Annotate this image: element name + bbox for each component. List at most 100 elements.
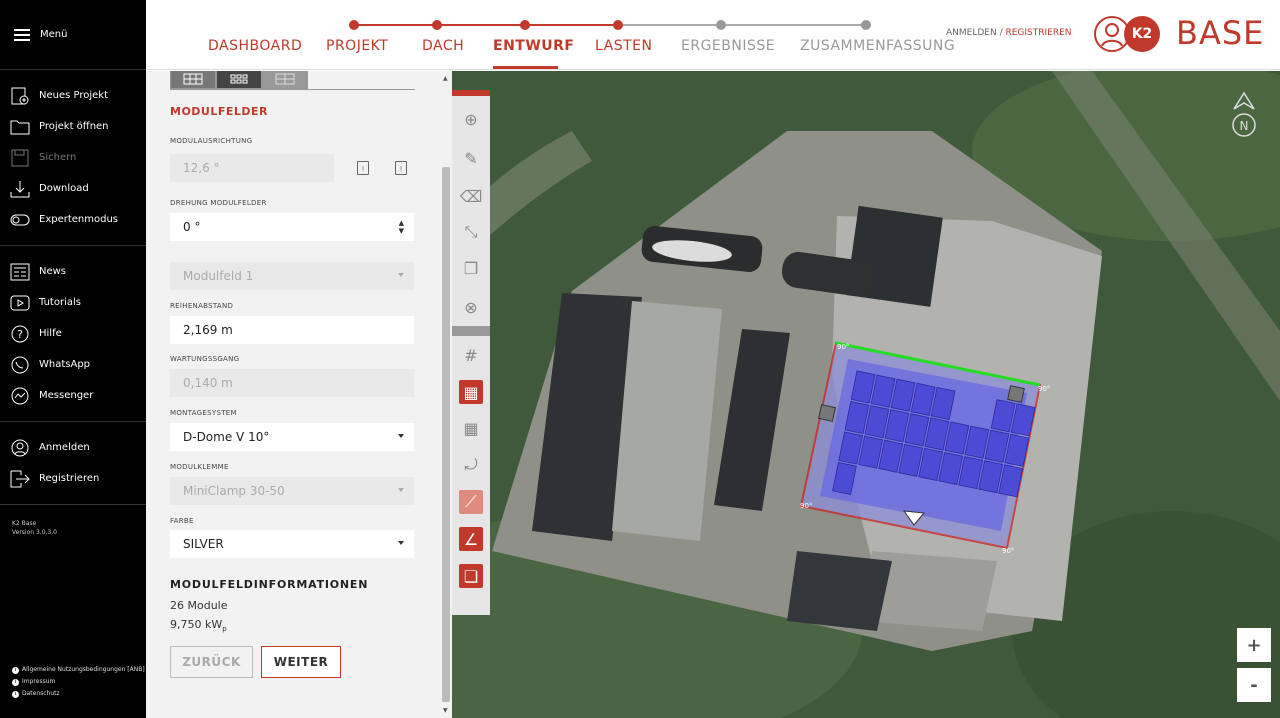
top-header: DASHBOARD PROJEKT DACH ENTWURF LASTEN ER… [146, 0, 1280, 70]
step-dot-entwurf [520, 20, 530, 30]
news-icon [10, 263, 30, 281]
stepper-arrows-icon[interactable]: ▲ ▼ [399, 219, 404, 235]
scroll-thumb[interactable] [442, 167, 450, 702]
sidebar-group-help: News Tutorials ? Hilfe WhatsApp Messenge… [0, 246, 146, 422]
color-label: FARBE [170, 517, 194, 525]
chevron-down-icon [398, 541, 404, 545]
active-step-underline [493, 66, 558, 69]
sidebar-item-messenger[interactable]: Messenger [0, 380, 146, 411]
module-field-info-title: MODULFELDINFORMATIONEN [170, 578, 369, 591]
layers-icon[interactable]: ❏ [459, 564, 483, 588]
download-icon [10, 180, 30, 198]
row-spacing-input[interactable]: 2,169 m [170, 316, 414, 344]
chevron-down-icon [398, 488, 404, 492]
sidebar-item-label: Expertenmodus [39, 214, 119, 225]
eraser-icon[interactable]: ⌫ [459, 184, 483, 208]
sidebar-item-save[interactable]: Sichern [0, 142, 146, 173]
step-projekt[interactable]: PROJEKT [326, 38, 388, 54]
register-link[interactable]: REGISTRIEREN [1005, 28, 1071, 38]
legal-links: i Allgemeine Nutzungsbedingungen [ANB] iI… [12, 664, 145, 700]
step-line-future [618, 24, 866, 26]
add-circle-icon[interactable]: ⊕ [459, 107, 483, 131]
step-dashboard[interactable]: DASHBOARD [208, 38, 302, 54]
close-circle-icon[interactable]: ⊗ [459, 295, 483, 319]
angle-label-bottom-right: 90° [1002, 547, 1014, 555]
maintenance-input: 0,140 m [170, 369, 414, 397]
info-icon: i [12, 678, 19, 686]
module-orientation-field: 12,6 ° [170, 154, 334, 182]
mounting-label: MONTAGESYSTEM [170, 409, 237, 417]
register-icon [10, 470, 30, 488]
legal-link-privacy[interactable]: i Datenschutz [12, 688, 145, 700]
sidebar-item-news[interactable]: News [0, 256, 146, 287]
next-button[interactable]: WEITER [261, 646, 341, 678]
step-dach[interactable]: DACH [422, 38, 464, 54]
legal-link-imprint[interactable]: i Impressum [12, 676, 145, 688]
rotation-stepper[interactable]: 0 ° ▲ ▼ [170, 213, 414, 241]
compass-north-icon: N [1230, 91, 1258, 139]
sidebar-item-label: Messenger [39, 390, 94, 401]
step-ergebnisse[interactable]: ERGEBNISSE [681, 38, 775, 54]
ruler-icon[interactable]: ⟋ [459, 490, 483, 514]
sidebar-item-open-project[interactable]: Projekt öffnen [0, 111, 146, 142]
color-select[interactable]: SILVER [170, 530, 414, 558]
scroll-up-icon[interactable]: ▲ [443, 75, 448, 82]
tabs-divider [170, 89, 415, 90]
help-icon: ? [10, 325, 30, 343]
grid-delete-icon[interactable]: ▦ [459, 416, 483, 440]
shrink-icon[interactable]: ⤡ [459, 220, 483, 244]
satellite-map[interactable]: 90° 90° 90° 90° N + - [452, 71, 1280, 718]
rotate-icon[interactable]: ⤾ [459, 453, 483, 477]
svg-text:?: ? [17, 328, 23, 341]
sidebar-item-login[interactable]: Anmelden [0, 432, 146, 463]
version-info: K2 Base Version 3.0.3.0 [0, 505, 146, 537]
rotation-label: DREHUNG MODULFELDER [170, 199, 267, 207]
step-zusammenfassung[interactable]: ZUSAMMENFASSUNG [800, 38, 955, 54]
step-dot-dach [432, 20, 442, 30]
zoom-out-button[interactable]: - [1237, 668, 1271, 702]
step-dot-zusammenfassung [861, 20, 871, 30]
orientation-portrait-icon[interactable]: ᴉ [357, 161, 369, 175]
step-dot-lasten [613, 20, 623, 30]
chevron-down-icon [398, 273, 404, 277]
layout-tab-grid[interactable] [170, 71, 216, 89]
hamburger-icon [14, 28, 30, 41]
module-orientation-label: MODULAUSRICHTUNG [170, 137, 253, 145]
info-icon: i [12, 690, 19, 698]
login-link[interactable]: ANMELDEN [946, 28, 997, 38]
pencil-icon[interactable]: ✎ [459, 146, 483, 170]
step-lasten[interactable]: LASTEN [595, 38, 652, 54]
scroll-down-icon[interactable]: ▼ [443, 707, 448, 714]
sidebar-item-help[interactable]: ? Hilfe [0, 318, 146, 349]
zoom-in-button[interactable]: + [1237, 628, 1271, 662]
sidebar-item-download[interactable]: Download [0, 173, 146, 204]
back-button[interactable]: ZURÜCK [170, 646, 253, 678]
step-entwurf[interactable]: ENTWURF [493, 38, 574, 54]
menu-toggle[interactable]: Menü [0, 0, 146, 70]
layout-tab-modules[interactable] [216, 71, 262, 89]
clamp-select[interactable]: MiniClamp 30-50 [170, 477, 414, 505]
panel-scrollbar[interactable]: ▲ ▼ [440, 71, 452, 718]
angle-label-bottom-left: 90° [800, 502, 812, 510]
angle-icon[interactable]: ∠ [459, 527, 483, 551]
sidebar-item-whatsapp[interactable]: WhatsApp [0, 349, 146, 380]
orientation-landscape-icon[interactable]: ᴉ [395, 161, 407, 175]
step-dot-ergebnisse [716, 20, 726, 30]
brand-name: BASE [1176, 14, 1265, 52]
save-icon [10, 149, 30, 167]
module-power: 9,750 kWp [170, 618, 227, 634]
mounting-select[interactable]: D-Dome V 10° [170, 423, 414, 451]
sidebar-item-register[interactable]: Registrieren [0, 463, 146, 494]
legal-link-terms[interactable]: i Allgemeine Nutzungsbedingungen [ANB] [12, 664, 145, 676]
sidebar-item-new-project[interactable]: Neues Projekt [0, 80, 146, 111]
copy-icon[interactable]: ❐ [459, 256, 483, 280]
sidebar-item-tutorials[interactable]: Tutorials [0, 287, 146, 318]
map-canvas: 90° 90° 90° 90° [452, 71, 1280, 718]
sidebar-item-label: WhatsApp [39, 359, 91, 370]
compass-letter: N [1240, 119, 1249, 133]
layout-tab-area[interactable] [262, 71, 308, 89]
module-grid-icon[interactable]: ▦ [459, 380, 483, 404]
module-field-select[interactable]: Modulfeld 1 [170, 262, 414, 290]
grid-hash-icon[interactable]: # [459, 343, 483, 367]
sidebar-item-expert-mode[interactable]: Expertenmodus [0, 204, 146, 235]
